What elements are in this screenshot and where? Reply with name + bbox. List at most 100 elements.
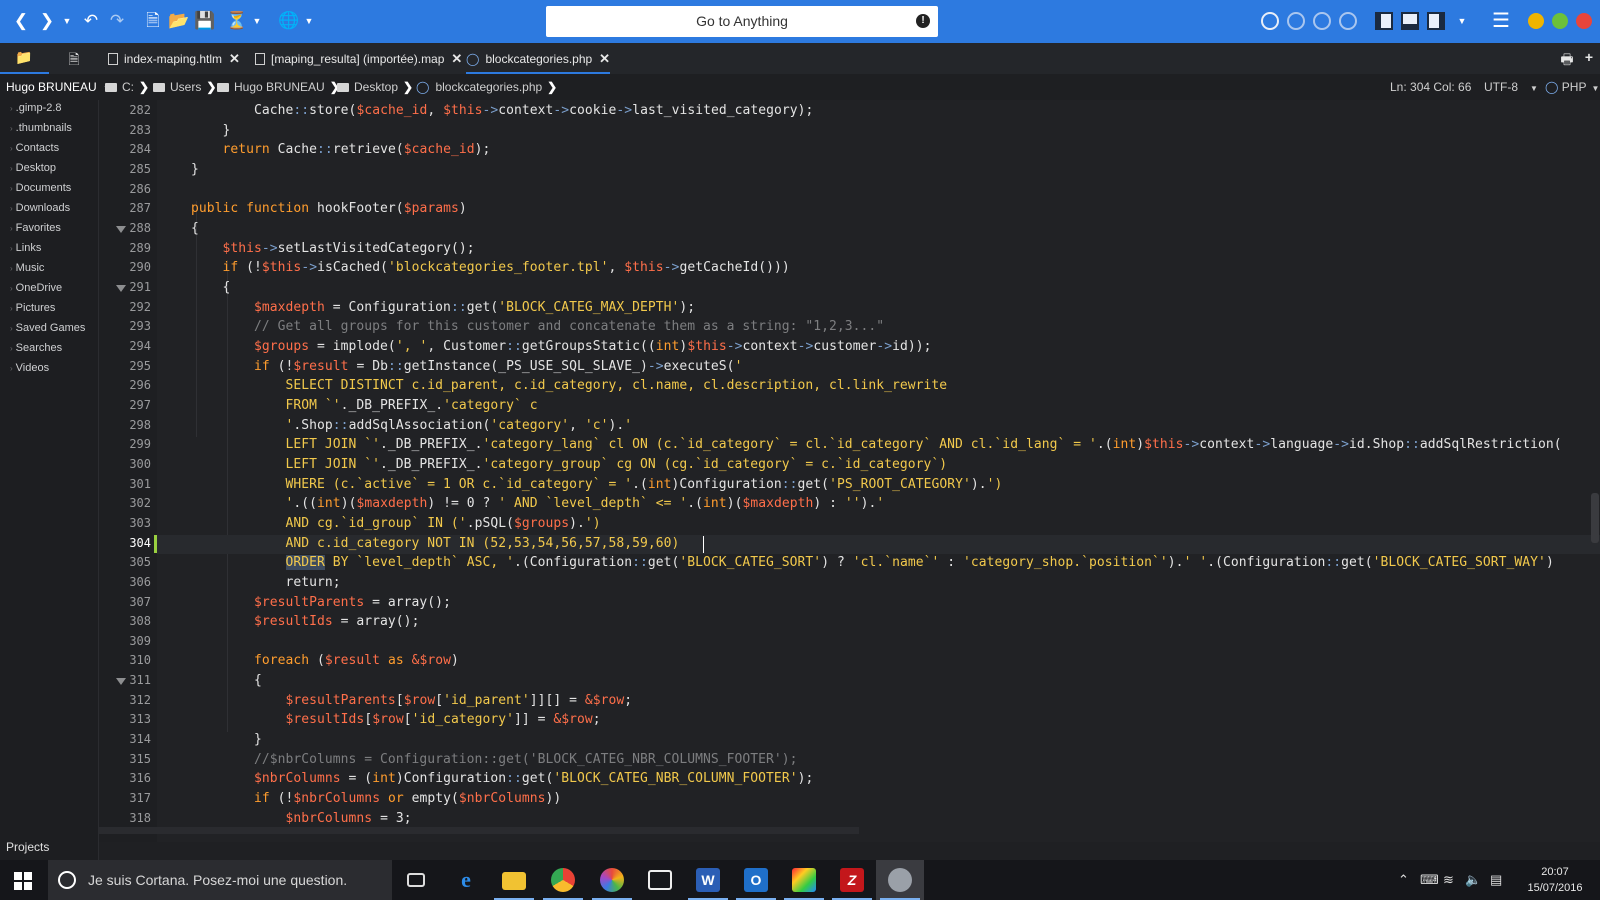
expand-arrow-icon[interactable]: › xyxy=(10,224,13,233)
code-line[interactable]: $resultIds = array(); xyxy=(191,614,419,629)
filezilla-icon[interactable]: Z xyxy=(828,860,876,900)
sidebar-folder-item[interactable]: › Favorites xyxy=(10,222,61,234)
sidebar-folder-item[interactable]: › Videos xyxy=(10,362,49,374)
expand-arrow-icon[interactable]: › xyxy=(10,284,13,293)
sidebar-folder-item[interactable]: › Documents xyxy=(10,182,71,194)
toggle-bottom-pane-icon[interactable] xyxy=(1401,12,1419,30)
code-line[interactable]: return Cache::retrieve($cache_id); xyxy=(191,142,491,157)
line-number[interactable]: 307 xyxy=(99,595,151,609)
tab-blockcategories[interactable]: ◯ blockcategories.php ✕ xyxy=(466,43,611,74)
breadcrumb-item-user-folder[interactable]: Hugo BRUNEAU ❯ xyxy=(217,74,340,100)
code-line[interactable]: LEFT JOIN `'._DB_PREFIX_.'category_lang`… xyxy=(191,437,1562,452)
line-number[interactable]: 290 xyxy=(99,260,151,274)
line-number[interactable]: 300 xyxy=(99,457,151,471)
edge-browser-icon[interactable]: e xyxy=(442,860,490,900)
notification-alert-icon[interactable]: ! xyxy=(916,14,930,28)
color-app-icon[interactable] xyxy=(780,860,828,900)
sidebar-folder-item[interactable]: › Desktop xyxy=(10,162,56,174)
code-line[interactable]: } xyxy=(191,123,231,138)
close-tab-icon[interactable]: ✕ xyxy=(451,51,462,66)
expand-arrow-icon[interactable]: › xyxy=(10,204,13,213)
line-number[interactable]: 295 xyxy=(99,359,151,373)
menu-hamburger-icon[interactable]: ☰ xyxy=(1490,10,1512,32)
language-selector[interactable]: ◯ PHP ▼ xyxy=(1545,74,1599,102)
sync-icon[interactable]: ⏳ xyxy=(226,10,248,32)
action-center-icon[interactable]: ▤ xyxy=(1490,872,1502,888)
close-tab-icon[interactable]: ✕ xyxy=(229,51,240,66)
fold-toggle-icon[interactable] xyxy=(116,225,126,233)
fold-toggle-icon[interactable] xyxy=(116,678,126,686)
code-line[interactable]: $nbrColumns = (int)Configuration::get('B… xyxy=(191,771,813,786)
new-file-icon[interactable]: 🗎 xyxy=(142,10,164,32)
history-dropdown-icon[interactable]: ▼ xyxy=(56,10,78,32)
task-view-icon[interactable] xyxy=(392,860,440,900)
line-number[interactable]: 286 xyxy=(99,182,151,196)
line-number[interactable]: 302 xyxy=(99,496,151,510)
code-line[interactable]: $this->setLastVisitedCategory(); xyxy=(191,241,475,256)
code-line[interactable]: $maxdepth = Configuration::get('BLOCK_CA… xyxy=(191,300,695,315)
line-number[interactable]: 284 xyxy=(99,142,151,156)
line-number[interactable]: 292 xyxy=(99,300,151,314)
undo-icon[interactable]: ↶ xyxy=(80,10,102,32)
line-number[interactable]: 308 xyxy=(99,614,151,628)
sidebar-folder-item[interactable]: › OneDrive xyxy=(10,282,62,294)
wifi-icon[interactable]: ≋ xyxy=(1443,872,1454,888)
line-number[interactable]: 283 xyxy=(99,123,151,137)
line-number[interactable]: 294 xyxy=(99,339,151,353)
record-macro-icon[interactable] xyxy=(1261,12,1279,30)
redo-icon[interactable]: ↷ xyxy=(106,10,128,32)
play-macro-icon[interactable] xyxy=(1313,12,1331,30)
outlook-icon[interactable]: O xyxy=(732,860,780,900)
go-to-anything-search[interactable]: Go to Anything ! xyxy=(546,6,938,37)
line-number[interactable]: 303 xyxy=(99,516,151,530)
code-line[interactable]: $resultParents[$row['id_parent']][] = &$… xyxy=(191,693,633,708)
breadcrumb-item-desktop[interactable]: Desktop ❯ xyxy=(337,74,413,100)
file-explorer-icon[interactable] xyxy=(490,860,538,900)
sync-dropdown-icon[interactable]: ▼ xyxy=(246,10,268,32)
code-line[interactable]: } xyxy=(191,162,199,177)
expand-arrow-icon[interactable]: › xyxy=(10,184,13,193)
expand-arrow-icon[interactable]: › xyxy=(10,264,13,273)
code-line[interactable]: // Get all groups for this customer and … xyxy=(191,319,884,334)
komodo-editor-icon[interactable] xyxy=(876,860,924,900)
tray-expand-icon[interactable]: ⌃ xyxy=(1398,872,1409,888)
line-number[interactable]: 305 xyxy=(99,555,151,569)
new-tab-plus-icon[interactable]: + xyxy=(1579,49,1599,67)
close-tab-icon[interactable]: ✕ xyxy=(599,51,610,66)
code-line[interactable]: { xyxy=(191,280,231,295)
expand-arrow-icon[interactable]: › xyxy=(10,364,13,373)
code-line[interactable]: //$nbrColumns = Configuration::get('BLOC… xyxy=(191,752,798,767)
layout-dropdown-icon[interactable]: ▼ xyxy=(1451,10,1473,32)
code-editor[interactable]: 282 283 284 285 286 287 288 289 290 291 292 293 294 2… xyxy=(99,100,1600,842)
sidebar-folder-item[interactable]: › Links xyxy=(10,242,41,254)
code-line[interactable]: WHERE (c.`active` = 1 OR c.`id_category`… xyxy=(191,477,1003,492)
line-number[interactable]: 310 xyxy=(99,653,151,667)
save-icon[interactable]: 💾 xyxy=(194,10,216,32)
code-line[interactable]: $resultParents = array(); xyxy=(191,595,451,610)
sidebar-folder-item[interactable]: › Searches xyxy=(10,342,62,354)
back-arrow-icon[interactable]: ❮ xyxy=(10,10,32,32)
line-number[interactable]: 315 xyxy=(99,752,151,766)
fold-toggle-icon[interactable] xyxy=(116,284,126,292)
code-line[interactable]: ORDER BY `level_depth` ASC, '.(Configura… xyxy=(191,555,1554,571)
expand-arrow-icon[interactable]: › xyxy=(10,144,13,153)
line-number[interactable]: 282 xyxy=(99,103,151,117)
store-icon[interactable] xyxy=(636,860,684,900)
expand-arrow-icon[interactable]: › xyxy=(10,104,13,113)
line-number[interactable]: 299 xyxy=(99,437,151,451)
line-number[interactable]: 293 xyxy=(99,319,151,333)
paint-app-icon[interactable] xyxy=(588,860,636,900)
tab-maping-resulta[interactable]: [maping_resulta] (importée).map ✕ xyxy=(255,43,462,74)
line-number[interactable]: 287 xyxy=(99,201,151,215)
code-line[interactable]: } xyxy=(191,732,262,747)
sidebar-folder-item[interactable]: › Downloads xyxy=(10,202,70,214)
sidebar-folder-item[interactable]: › .gimp-2.8 xyxy=(10,102,62,114)
code-line[interactable]: '.((int)($maxdepth) != 0 ? ' AND `level_… xyxy=(191,496,885,511)
code-line[interactable]: AND c.id_category NOT IN (52,53,54,56,57… xyxy=(191,536,680,551)
line-number[interactable]: 318 xyxy=(99,811,151,825)
toggle-right-pane-icon[interactable] xyxy=(1427,12,1445,30)
open-folder-icon[interactable]: 📂 xyxy=(168,10,190,32)
code-line[interactable]: Cache::store($cache_id, $this->context->… xyxy=(191,103,813,118)
code-line[interactable]: SELECT DISTINCT c.id_parent, c.id_catego… xyxy=(191,378,948,393)
code-line[interactable]: AND cg.`id_group` IN ('.pSQL($groups).') xyxy=(191,516,601,531)
